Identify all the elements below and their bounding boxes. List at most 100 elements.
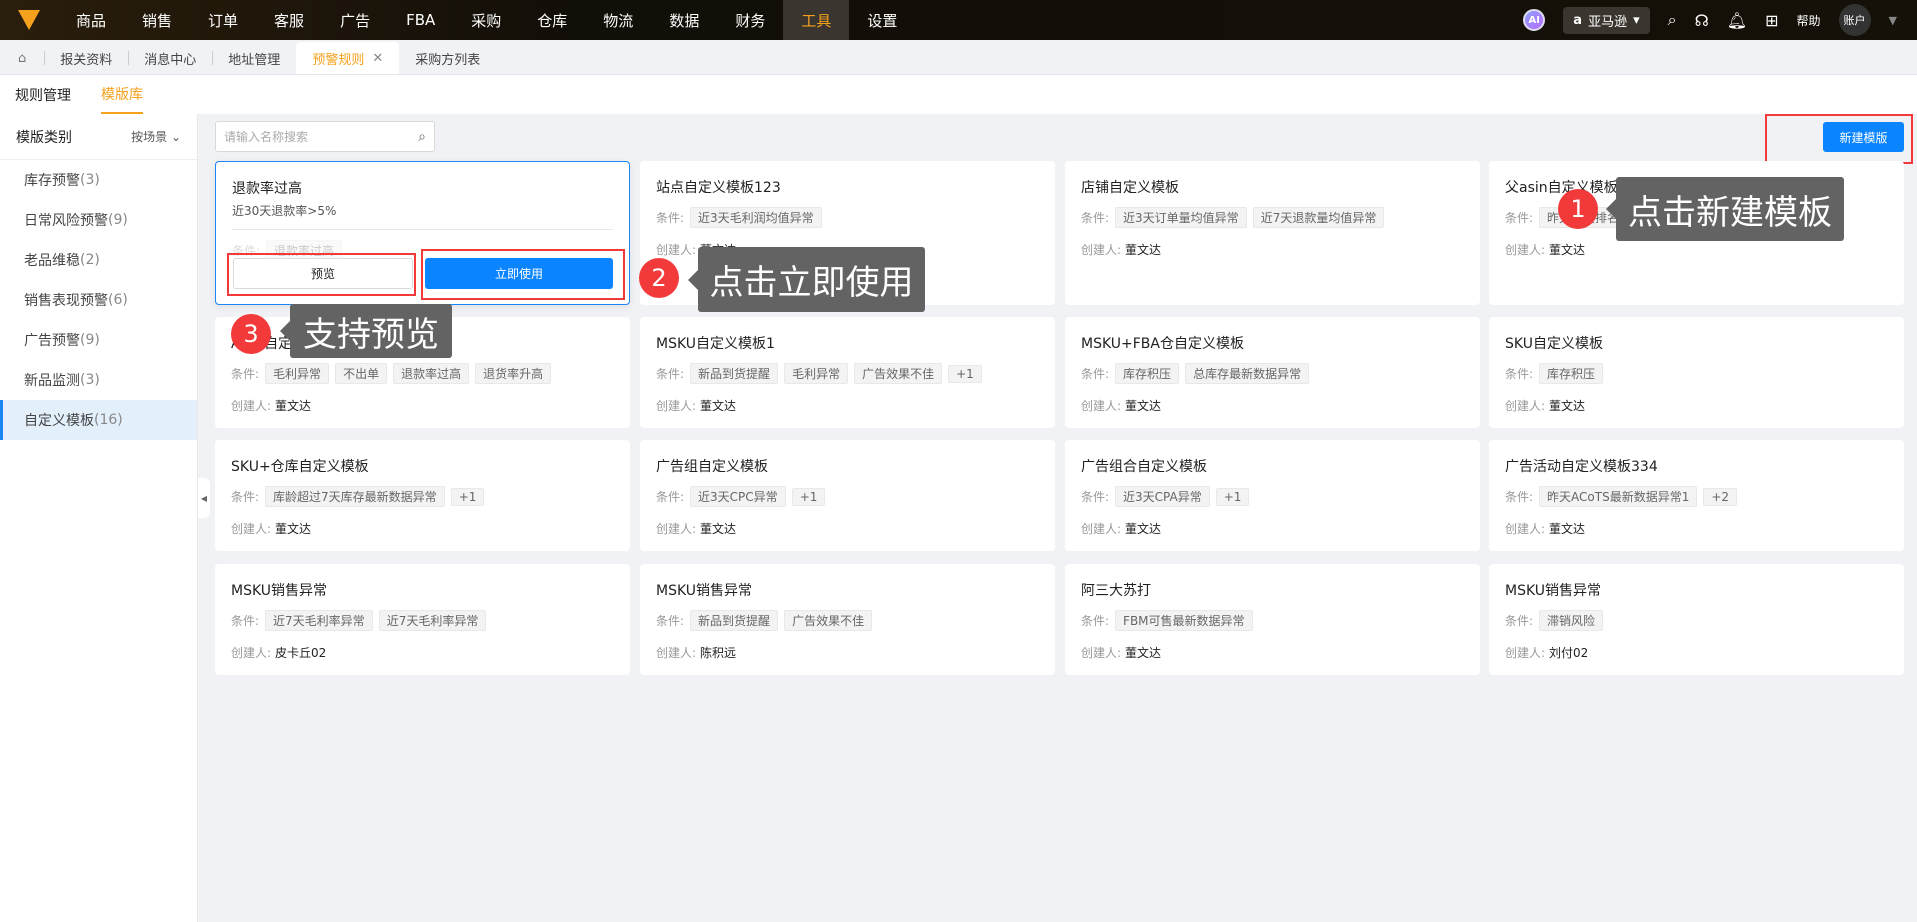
condition-tag: 近3天订单量均值异常 xyxy=(1115,207,1247,228)
highlight-box xyxy=(421,249,625,300)
scene-filter[interactable]: 按场景 ⌄ xyxy=(131,128,181,145)
card-creator: 创建人:董文达 xyxy=(656,520,736,537)
chevron-down-icon[interactable]: ▼ xyxy=(1889,14,1897,27)
bell-icon[interactable]: 🔔︎ xyxy=(1727,11,1747,30)
condition-tag: 库存积压 xyxy=(1539,363,1604,384)
nav-item[interactable]: 物流 xyxy=(585,0,651,40)
template-card[interactable]: SKU+仓库自定义模板 条件: 库龄超过7天库存最新数据异常 +1 创建人: 董文达 xyxy=(215,440,630,551)
condition-tag: 毛利异常 xyxy=(784,363,849,384)
tab-alert-rules[interactable]: 预警规则 ✕ xyxy=(296,42,400,74)
help-link[interactable]: 帮助 xyxy=(1797,12,1821,29)
card-conditions: 条件: 毛利异常 不出单 退款率过高 退货率升高 xyxy=(231,363,552,384)
sidebar-item[interactable]: 库存预警 (3) xyxy=(0,160,197,200)
card-title: SKU+仓库自定义模板 xyxy=(231,459,369,475)
card-conditions: 条件: 近3天毛利润均值异常 xyxy=(656,207,822,228)
search-icon[interactable]: ⌕ xyxy=(1668,10,1677,30)
highlight-box xyxy=(227,253,416,296)
home-icon[interactable]: ⌂ xyxy=(0,42,44,74)
nav-item[interactable]: 客服 xyxy=(256,0,322,40)
tab-template-library[interactable]: 模版库 xyxy=(101,75,143,114)
creator-name: 董文达 xyxy=(1549,522,1586,536)
creator-label: 创建人: xyxy=(1505,243,1546,257)
sidebar-item[interactable]: 新品监测 (3) xyxy=(0,360,197,400)
creator-label: 创建人: xyxy=(1505,399,1546,413)
nav-item[interactable]: 数据 xyxy=(651,0,717,40)
card-conditions: 条件: 库存积压 总库存最新数据异常 xyxy=(1081,363,1310,384)
cond-label: 条件: xyxy=(656,367,685,381)
sidebar-item-count: (6) xyxy=(108,292,128,308)
search-input[interactable] xyxy=(224,129,394,144)
close-icon[interactable]: ✕ xyxy=(372,51,383,66)
template-card[interactable]: MSKU销售异常 条件: 新品到货提醒 广告效果不佳 创建人: 陈积远 xyxy=(640,564,1055,675)
tab-customs[interactable]: 报关资料 xyxy=(44,42,128,74)
nav-item[interactable]: 采购 xyxy=(453,0,519,40)
card-title: 店铺自定义模板 xyxy=(1081,180,1179,196)
condition-tag: 广告效果不佳 xyxy=(784,610,873,631)
sidebar-item[interactable]: 自定义模板 (16) xyxy=(0,400,197,440)
nav-item[interactable]: 广告 xyxy=(322,0,388,40)
template-card[interactable]: MSKU销售异常 条件: 滞销风险 创建人: 刘付02 xyxy=(1489,564,1904,675)
card-conditions: 条件: 滞销风险 xyxy=(1505,610,1604,631)
creator-label: 创建人: xyxy=(656,399,697,413)
condition-tag: 库龄超过7天库存最新数据异常 xyxy=(265,486,445,507)
ai-icon[interactable]: AI xyxy=(1523,9,1546,31)
template-card[interactable]: 广告活动自定义模板334 条件: 昨天ACoTS最新数据异常1 +2 创建人: 董文达 xyxy=(1489,440,1904,551)
nav-item[interactable]: 财务 xyxy=(717,0,783,40)
cond-label: 条件: xyxy=(1505,614,1534,628)
nav-item[interactable]: 工具 xyxy=(783,0,850,40)
condition-tag: +1 xyxy=(791,487,826,506)
card-conditions: 条件: 库存积压 xyxy=(1505,363,1604,384)
sidebar-item[interactable]: 老品维稳 (2) xyxy=(0,240,197,280)
tab-suppliers[interactable]: 采购方列表 xyxy=(399,42,496,74)
nav-item[interactable]: 销售 xyxy=(124,0,190,40)
cond-label: 条件: xyxy=(1081,614,1110,628)
sidebar-item[interactable]: 广告预警 (9) xyxy=(0,320,197,360)
sidebar-item-label: 日常风险预警 xyxy=(24,213,108,229)
template-card[interactable]: 店铺自定义模板 条件: 近3天订单量均值异常 近7天退款量均值异常 创建人: 董文达 xyxy=(1065,161,1480,305)
nav-item[interactable]: 订单 xyxy=(190,0,256,40)
creator-name: 董文达 xyxy=(1549,399,1586,413)
template-card[interactable]: 广告组合自定义模板 条件: 近3天CPA异常 +1 创建人: 董文达 xyxy=(1065,440,1480,551)
template-card[interactable]: MSKU+FBA仓自定义模板 条件: 库存积压 总库存最新数据异常 创建人: 董文达 xyxy=(1065,317,1480,428)
sidebar-item-label: 老品维稳 xyxy=(24,253,80,269)
template-card[interactable]: 阿三大苏打 条件: FBM可售最新数据异常 创建人: 董文达 xyxy=(1065,564,1480,675)
condition-tag: 退款率过高 xyxy=(393,363,470,384)
nav-item[interactable]: 仓库 xyxy=(519,0,585,40)
nav-item[interactable]: 设置 xyxy=(849,0,915,40)
sidebar-item[interactable]: 日常风险预警 (9) xyxy=(0,200,197,240)
creator-name: 董文达 xyxy=(700,399,737,413)
avatar[interactable]: 账户 xyxy=(1838,4,1871,36)
creator-name: 董文达 xyxy=(700,522,737,536)
creator-label: 创建人: xyxy=(231,522,272,536)
apps-icon[interactable]: ⊞ xyxy=(1765,11,1778,30)
card-creator: 创建人:董文达 xyxy=(231,397,311,414)
search-icon[interactable]: ⌕ xyxy=(418,129,426,145)
creator-label: 创建人: xyxy=(656,243,697,257)
card-conditions: 条件: 近3天订单量均值异常 近7天退款量均值异常 xyxy=(1081,207,1385,228)
condition-tag: 滞销风险 xyxy=(1539,610,1604,631)
collapse-sidebar-handle[interactable]: ◀ xyxy=(198,478,210,518)
tab-messages[interactable]: 消息中心 xyxy=(128,42,212,74)
tab-rule-management[interactable]: 规则管理 xyxy=(15,75,71,114)
card-title: MSKU销售异常 xyxy=(1505,583,1602,599)
condition-tag: 近7天退款量均值异常 xyxy=(1252,207,1385,228)
chevron-down-icon: ⌄ xyxy=(170,130,181,144)
sidebar-item-label: 广告预警 xyxy=(24,333,80,349)
tab-address[interactable]: 地址管理 xyxy=(212,42,296,74)
card-creator: 创建人:董文达 xyxy=(656,397,736,414)
template-card[interactable]: 广告组自定义模板 条件: 近3天CPC异常 +1 创建人: 董文达 xyxy=(640,440,1055,551)
sidebar-item[interactable]: 销售表现预警 (6) xyxy=(0,280,197,320)
template-card[interactable]: MSKU销售异常 条件: 近7天毛利率异常 近7天毛利率异常 创建人: 皮卡丘02 xyxy=(215,564,630,675)
condition-tag: 新品到货提醒 xyxy=(690,610,779,631)
site-selector[interactable]: a 亚马逊 ▾ xyxy=(1563,6,1650,34)
card-creator: 创建人:董文达 xyxy=(1081,644,1161,661)
nav-item[interactable]: 商品 xyxy=(58,0,124,40)
template-card[interactable]: SKU自定义模板 条件: 库存积压 创建人: 董文达 xyxy=(1489,317,1904,428)
headset-icon[interactable]: ☊ xyxy=(1695,11,1709,30)
logo-icon[interactable] xyxy=(0,0,58,40)
filter-label: 按场景 xyxy=(131,130,168,144)
template-card[interactable]: MSKU自定义模板1 条件: 新品到货提醒 毛利异常 广告效果不佳 +1 创建人: 董文达 xyxy=(640,317,1055,428)
card-creator: 创建人:董文达 xyxy=(1505,397,1585,414)
nav-item[interactable]: FBA xyxy=(388,0,453,40)
cond-label: 条件: xyxy=(1081,211,1110,225)
